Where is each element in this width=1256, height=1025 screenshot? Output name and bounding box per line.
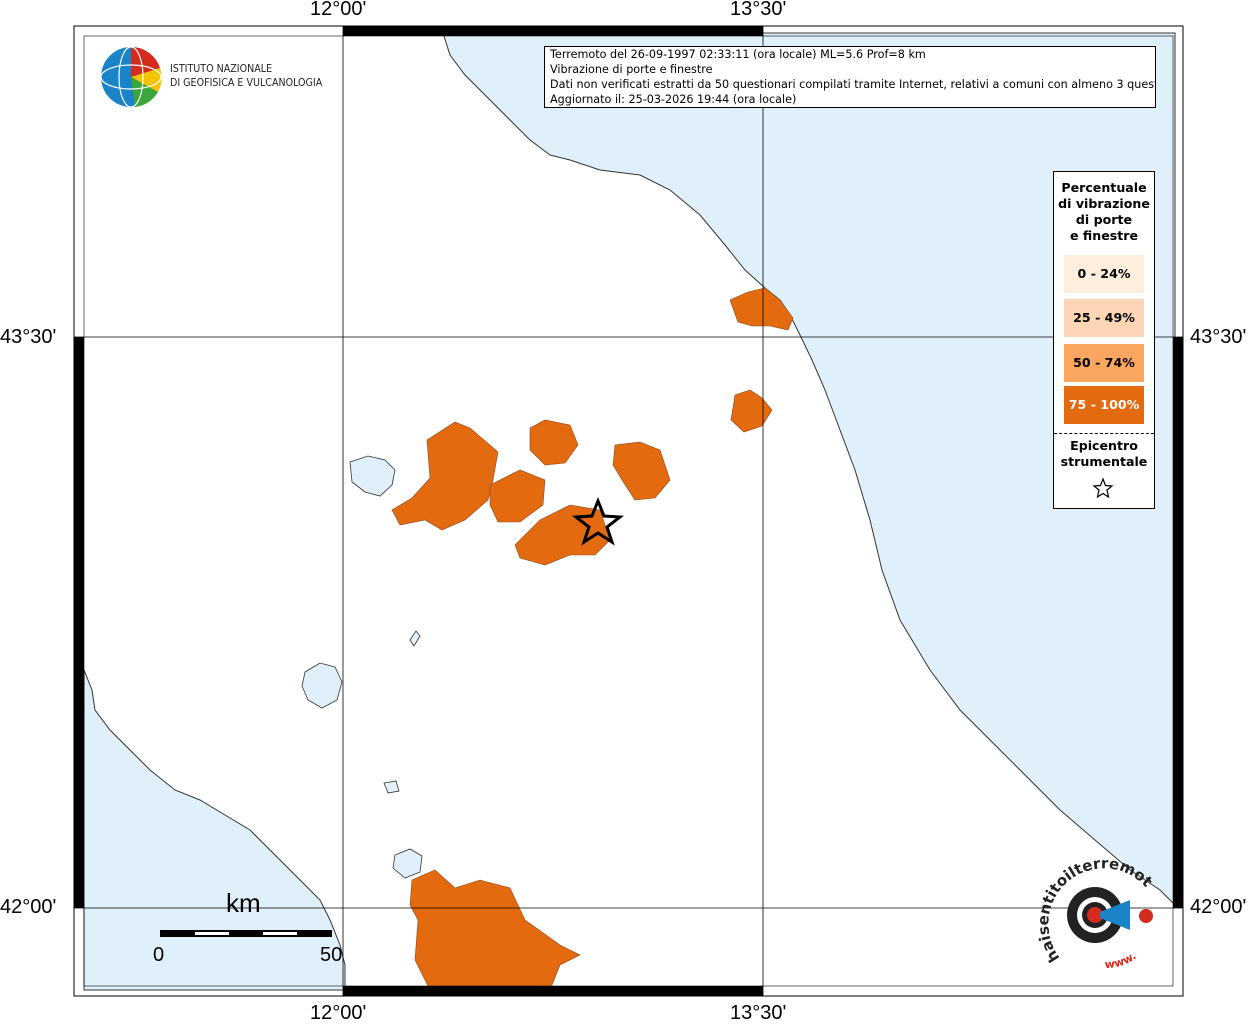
legend-separator xyxy=(1054,433,1154,434)
legend: Percentuale di vibrazione di porte e fin… xyxy=(1053,171,1155,509)
scale-min-label: 0 xyxy=(153,944,165,966)
lat-label-left-2: 42°00' xyxy=(0,896,57,918)
event-info-box: Terremoto del 26-09-1997 02:33:11 (ora l… xyxy=(544,46,1156,108)
lat-label-right-2: 42°00' xyxy=(1190,896,1247,918)
hs-logo-text: haisentitoilterremoto.it www. xyxy=(1030,850,1156,971)
hs-logo-main-text: haisentitoilterremoto.it xyxy=(1030,850,1156,966)
info-line-3: Dati non verificati estratti da 50 quest… xyxy=(550,78,1156,91)
legend-star-icon xyxy=(1092,477,1114,499)
scale-title: km xyxy=(226,888,261,918)
legend-title: Percentuale di vibrazione di porte e fin… xyxy=(1054,180,1154,244)
legend-class-25-49: 25 - 49% xyxy=(1064,299,1144,337)
legend-epicenter-line-2: strumentale xyxy=(1060,454,1148,469)
lon-label-bottom-2: 13°30' xyxy=(730,1002,787,1024)
lat-label-right-1: 43°30' xyxy=(1190,326,1247,348)
ingv-logo-text: ISTITUTO NAZIONALE DI GEOFISICA E VULCAN… xyxy=(170,62,322,90)
legend-title-line-3: di porte xyxy=(1075,212,1133,227)
legend-class-75-100: 75 - 100% xyxy=(1064,386,1144,424)
scale-max-label: 50 xyxy=(320,944,343,966)
svg-text:www.: www. xyxy=(1104,949,1138,971)
legend-title-line-4: e finestre xyxy=(1069,228,1139,243)
legend-epicenter-label: Epicentro strumentale xyxy=(1054,438,1154,470)
ingv-globe-icon xyxy=(100,46,162,108)
legend-class-0-24: 0 - 24% xyxy=(1064,255,1144,293)
legend-title-line-2: di vibrazione xyxy=(1058,196,1150,211)
info-line-4: Aggiornato il: 25-03-2026 19:44 (ora loc… xyxy=(550,93,797,106)
legend-epicenter-line-1: Epicentro xyxy=(1070,438,1138,453)
ingv-logo-line2: DI GEOFISICA E VULCANOLOGIA xyxy=(170,77,323,89)
lon-label-top-1: 12°00' xyxy=(310,0,367,20)
scale-bar xyxy=(160,930,332,937)
legend-class-50-74: 50 - 74% xyxy=(1064,344,1144,382)
info-line-2: Vibrazione di porte e finestre xyxy=(550,63,713,76)
lon-label-top-2: 13°30' xyxy=(730,0,787,20)
legend-title-line-1: Percentuale xyxy=(1061,180,1147,195)
svg-text:haisentitoilterremoto.it: haisentitoilterremoto.it xyxy=(1030,850,1156,966)
lat-label-left-1: 43°30' xyxy=(0,326,57,348)
info-line-1: Terremoto del 26-09-1997 02:33:11 (ora l… xyxy=(550,48,926,61)
hs-logo-prefix: www. xyxy=(1104,949,1138,971)
ingv-logo-line1: ISTITUTO NAZIONALE xyxy=(170,63,273,75)
lon-label-bottom-1: 12°00' xyxy=(310,1002,367,1024)
